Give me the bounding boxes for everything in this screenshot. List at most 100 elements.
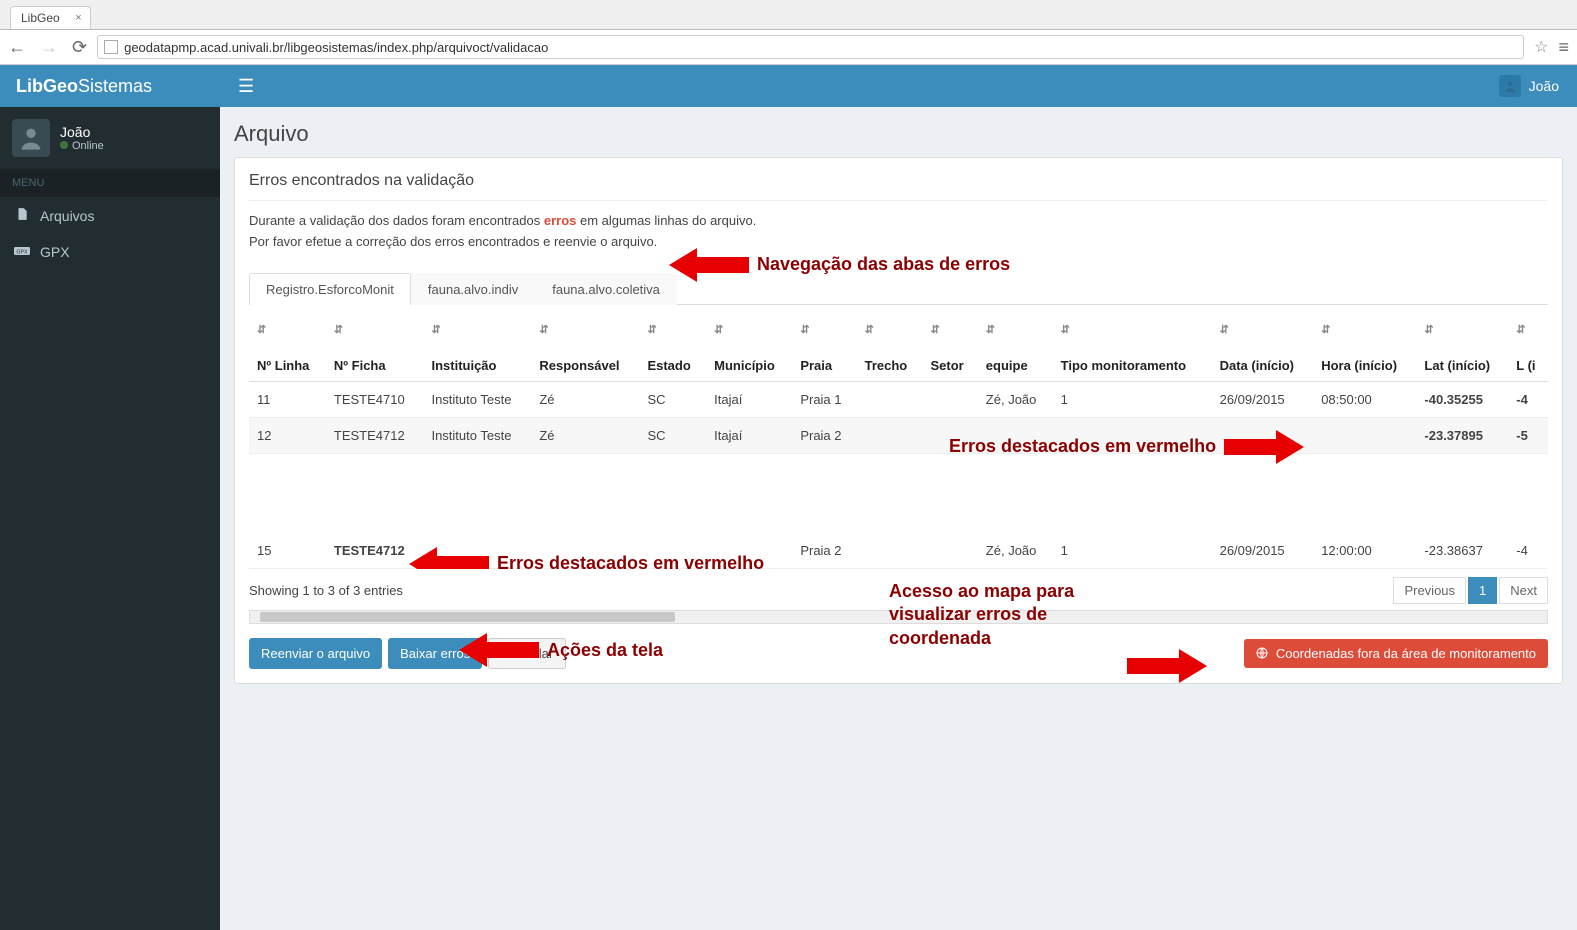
cell-linha: 11: [249, 381, 326, 417]
browser-menu-icon[interactable]: ≡: [1558, 37, 1569, 58]
col-linha[interactable]: ⇵Nº Linha: [249, 315, 326, 382]
sidebar-item-label: Arquivos: [40, 208, 94, 224]
sort-icon: ⇵: [647, 323, 698, 336]
url-input[interactable]: geodatapmp.acad.univali.br/libgeosistema…: [97, 35, 1524, 59]
cell-resp: Zé: [531, 381, 639, 417]
cell-trecho: [857, 417, 923, 453]
cell-trecho: [857, 381, 923, 417]
prev-page-button[interactable]: Previous: [1393, 577, 1466, 604]
page-number-button[interactable]: 1: [1468, 577, 1497, 604]
col-lat[interactable]: ⇵Lat (início): [1416, 315, 1508, 382]
col-municipio[interactable]: ⇵Município: [706, 315, 792, 382]
col-hora[interactable]: ⇵Hora (início): [1313, 315, 1416, 382]
col-responsavel[interactable]: ⇵Responsável: [531, 315, 639, 382]
cell-data: 26/09/2015: [1212, 533, 1314, 569]
cell-ficha: TESTE4710: [326, 381, 424, 417]
table-header-row: ⇵Nº Linha ⇵Nº Ficha ⇵Instituição ⇵Respon…: [249, 315, 1548, 382]
col-equipe[interactable]: ⇵equipe: [978, 315, 1053, 382]
sidebar-user-status: Online: [60, 140, 104, 152]
gpx-icon: GPX: [14, 244, 30, 260]
sidebar-item-label: GPX: [40, 244, 70, 260]
sort-icon: ⇵: [1061, 323, 1204, 336]
scrollbar-thumb[interactable]: [260, 612, 675, 622]
cell-trecho: [857, 533, 923, 569]
col-trecho[interactable]: ⇵Trecho: [857, 315, 923, 382]
cell-lat: -40.35255: [1416, 381, 1508, 417]
cell-resp: [531, 533, 639, 569]
cell-data: [1212, 417, 1314, 453]
sort-icon: ⇵: [431, 323, 523, 336]
cell-hora: 08:50:00: [1313, 381, 1416, 417]
cell-inst: [423, 533, 531, 569]
table-row: 15TESTE4712Praia 2Zé, João126/09/201512:…: [249, 533, 1548, 569]
error-tabs: Registro.EsforcoMonit fauna.alvo.indiv f…: [249, 273, 1548, 305]
entries-info: Showing 1 to 3 of 3 entries: [249, 583, 403, 598]
header-user[interactable]: João: [1499, 75, 1559, 97]
col-data[interactable]: ⇵Data (início): [1212, 315, 1314, 382]
cell-linha: 12: [249, 417, 326, 453]
reload-icon[interactable]: ⟳: [72, 37, 87, 58]
forward-icon[interactable]: →: [40, 37, 58, 58]
cell-praia: Praia 2: [792, 533, 856, 569]
cell-tipo: [1053, 417, 1212, 453]
cell-praia: Praia 2: [792, 417, 856, 453]
col-praia[interactable]: ⇵Praia: [792, 315, 856, 382]
cancelar-button[interactable]: Cancelar: [488, 638, 566, 669]
cell-inst: Instituto Teste: [423, 417, 531, 453]
close-tab-icon[interactable]: ×: [75, 12, 81, 24]
tab-fauna-coletiva[interactable]: fauna.alvo.coletiva: [535, 273, 677, 305]
col-setor[interactable]: ⇵Setor: [922, 315, 977, 382]
cell-hora: 12:00:00: [1313, 533, 1416, 569]
back-icon[interactable]: ←: [8, 37, 26, 58]
table-row: 12TESTE4712Instituto TesteZéSCItajaíPrai…: [249, 417, 1548, 453]
sort-icon: ⇵: [539, 323, 631, 336]
sidebar-user-panel: João Online: [0, 107, 220, 169]
cell-mun: Itajaí: [706, 381, 792, 417]
sort-icon: ⇵: [257, 323, 318, 336]
bookmark-star-icon[interactable]: ☆: [1534, 37, 1548, 57]
cell-equipe: Zé, João: [978, 381, 1053, 417]
user-avatar-icon: [1499, 75, 1521, 97]
tab-fauna-indiv[interactable]: fauna.alvo.indiv: [411, 273, 535, 305]
cell-lon: -5: [1508, 417, 1548, 453]
col-tipo[interactable]: ⇵Tipo monitoramento: [1053, 315, 1212, 382]
sort-icon: ⇵: [930, 323, 969, 336]
cell-estado: [639, 533, 706, 569]
cell-ficha: TESTE4712: [326, 533, 424, 569]
sort-icon: ⇵: [334, 323, 416, 336]
reenviar-button[interactable]: Reenviar o arquivo: [249, 638, 382, 669]
app-header: LibGeoSistemas ☰ João: [0, 65, 1577, 107]
col-estado[interactable]: ⇵Estado: [639, 315, 706, 382]
browser-tab-title: LibGeo: [21, 11, 60, 25]
horizontal-scrollbar[interactable]: [249, 610, 1548, 624]
cell-setor: [922, 533, 977, 569]
page-title: Arquivo: [234, 121, 1563, 147]
cell-estado: SC: [639, 381, 706, 417]
cell-tipo: 1: [1053, 533, 1212, 569]
browser-tab[interactable]: LibGeo ×: [10, 6, 91, 29]
sidebar-toggle-icon[interactable]: ☰: [238, 76, 254, 97]
status-dot-icon: [60, 141, 68, 149]
col-ficha[interactable]: ⇵Nº Ficha: [326, 315, 424, 382]
pagination: Previous 1 Next: [1393, 577, 1548, 604]
box-title: Erros encontrados na validação: [249, 172, 1548, 201]
next-page-button[interactable]: Next: [1499, 577, 1548, 604]
cell-resp: Zé: [531, 417, 639, 453]
cell-lat: -23.38637: [1416, 533, 1508, 569]
cell-hora: [1313, 417, 1416, 453]
tab-label: fauna.alvo.coletiva: [552, 282, 660, 297]
sidebar-item-arquivos[interactable]: Arquivos: [0, 197, 220, 234]
error-word: erros: [544, 213, 577, 228]
tab-registro-esforco[interactable]: Registro.EsforcoMonit: [249, 273, 411, 305]
sidebar-item-gpx[interactable]: GPX GPX: [0, 234, 220, 270]
cell-equipe: [978, 417, 1053, 453]
col-lon[interactable]: ⇵L (i: [1508, 315, 1548, 382]
baixar-erros-button[interactable]: Baixar erros: [388, 638, 482, 669]
sort-icon: ⇵: [1220, 323, 1306, 336]
cell-tipo: 1: [1053, 381, 1212, 417]
col-instituicao[interactable]: ⇵Instituição: [423, 315, 531, 382]
main-content: Arquivo Erros encontrados na validação D…: [220, 107, 1577, 930]
app-logo[interactable]: LibGeoSistemas: [0, 76, 220, 97]
cell-lat: -23.37895: [1416, 417, 1508, 453]
coordenadas-fora-button[interactable]: Coordenadas fora da área de monitorament…: [1244, 639, 1548, 668]
